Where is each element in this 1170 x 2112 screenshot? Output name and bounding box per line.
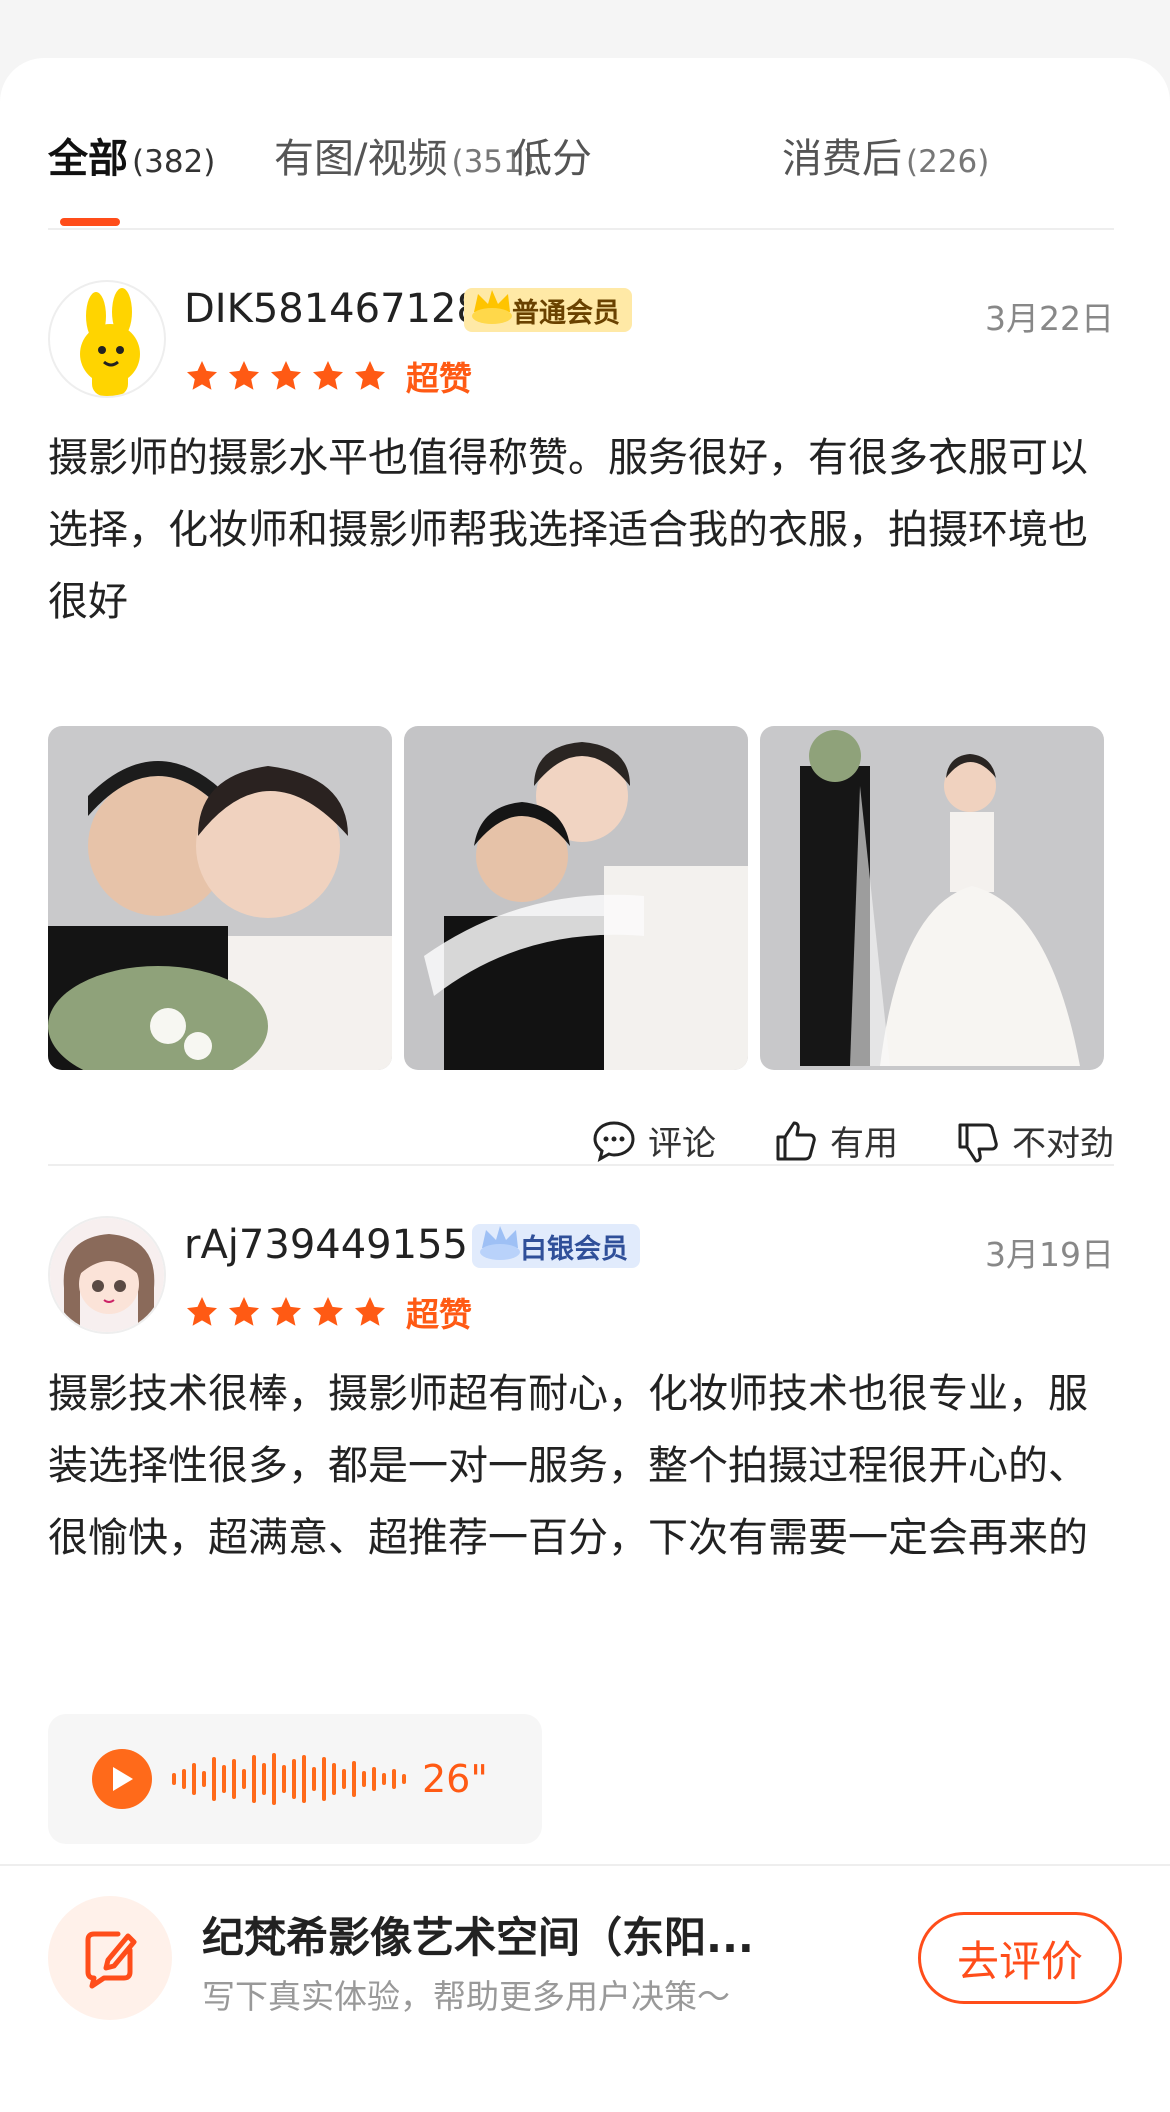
review-filter-tabs: 全部 (382) 有图/视频 (351) 低分 消费后 (226): [48, 102, 1122, 226]
useful-button[interactable]: 有用: [772, 1116, 898, 1165]
rabbit-avatar-icon: [80, 288, 140, 396]
review-photos: [48, 726, 1116, 1070]
review-text[interactable]: 摄影技术很棒，摄影师超有耐心，化妆师技术也很专业，服装选择性很多，都是一对一服务…: [48, 1358, 1114, 1574]
star-icon: [313, 1297, 343, 1326]
member-level: 白银会员: [520, 1233, 628, 1265]
wrong-label: 不对劲: [1012, 1124, 1114, 1164]
star-icon: [187, 1297, 217, 1326]
review-date: 3月19日: [985, 1235, 1114, 1274]
comment-button[interactable]: 评论: [590, 1116, 716, 1165]
divider: [48, 1164, 1114, 1166]
tab-label: 消费后: [782, 136, 902, 182]
write-review-bar: 纪梵希影像艺术空间（东阳... 写下真实体验，帮助更多用户决策～ 去评价: [0, 1864, 1170, 2112]
review-card: DIK581467128 普通会员 3月22日 超赞 摄影师的摄影水平也值得称赞…: [48, 280, 1114, 1210]
tab-with-media[interactable]: 有图/视频 (351): [274, 126, 535, 184]
crown-icon: [472, 290, 512, 324]
tab-all[interactable]: 全部 (382): [48, 126, 215, 184]
voice-duration: 26": [422, 1757, 488, 1801]
review-photo[interactable]: [404, 726, 748, 1070]
wrong-button[interactable]: 不对劲: [954, 1116, 1114, 1165]
waveform-icon: [172, 1753, 406, 1805]
useful-label: 有用: [830, 1124, 898, 1164]
divider: [48, 228, 1114, 230]
crown-icon: [480, 1226, 520, 1260]
member-badge: 白银会员: [472, 1224, 640, 1268]
comment-icon: [593, 1120, 635, 1162]
tab-label: 低分: [512, 136, 592, 182]
review-actions: 评论 有用 不对劲: [534, 1116, 1114, 1165]
star-icon: [229, 1297, 259, 1326]
username[interactable]: DIK581467128: [184, 286, 482, 332]
star-rating: 超赞: [184, 352, 472, 400]
tab-low-score[interactable]: 低分: [512, 126, 596, 184]
member-level: 普通会员: [512, 297, 620, 329]
anime-girl-avatar-icon: [50, 1218, 164, 1332]
avatar[interactable]: [48, 280, 166, 398]
write-review-hint: 写下真实体验，帮助更多用户决策～: [202, 1977, 730, 2016]
write-review-icon[interactable]: [48, 1896, 172, 2020]
play-icon[interactable]: [92, 1749, 152, 1809]
review-photo[interactable]: [760, 726, 1104, 1070]
write-review-button[interactable]: 去评价: [918, 1912, 1122, 2004]
reviews-sheet: 全部(382) 有图/视频(351) 低分 消费后(226) DIK581: [0, 58, 1170, 2112]
thumbs-down-icon: [958, 1123, 998, 1162]
review-card: rAj739449155 白银会员 3月19日 超赞 摄影技术很棒，摄影师超有耐…: [48, 1216, 1114, 1926]
username[interactable]: rAj739449155: [184, 1222, 468, 1268]
active-tab-indicator: [60, 218, 120, 226]
shop-name: 纪梵希影像艺术空间（东阳...: [202, 1913, 754, 1962]
tab-after-purchase[interactable]: 消费后 (226): [782, 126, 989, 184]
voice-message[interactable]: 26": [48, 1714, 542, 1844]
avatar[interactable]: [48, 1216, 166, 1334]
star-rating: 超赞: [184, 1288, 472, 1336]
thumbs-up-icon: [776, 1121, 816, 1160]
star-icon: [355, 361, 385, 390]
star-icon: [313, 361, 343, 390]
star-icon: [271, 361, 301, 390]
rating-label: 超赞: [406, 1295, 472, 1334]
tab-count: (382): [132, 144, 216, 180]
rating-label: 超赞: [406, 359, 472, 398]
star-icon: [271, 1297, 301, 1326]
comment-label: 评论: [648, 1124, 716, 1164]
tab-count: (226): [906, 144, 990, 180]
tab-label: 有图/视频: [274, 136, 448, 182]
star-icon: [355, 1297, 385, 1326]
review-date: 3月22日: [985, 299, 1114, 338]
review-photo[interactable]: [48, 726, 392, 1070]
star-icon: [229, 361, 259, 390]
review-text[interactable]: 摄影师的摄影水平也值得称赞。服务很好，有很多衣服可以选择，化妆师和摄影师帮我选择…: [48, 422, 1114, 638]
star-icon: [187, 361, 217, 390]
member-badge: 普通会员: [464, 288, 632, 332]
tab-label: 全部: [48, 136, 128, 182]
